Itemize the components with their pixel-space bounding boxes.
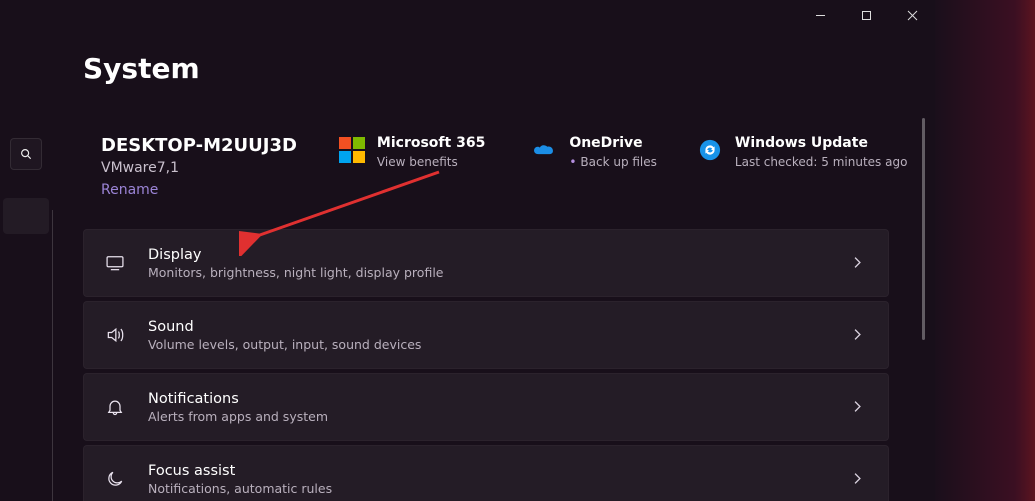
display-icon [104,253,126,273]
chevron-right-icon [851,326,864,345]
close-button[interactable] [889,0,935,30]
sound-icon [104,325,126,345]
card-subtitle: Volume levels, output, input, sound devi… [148,337,829,352]
tile-subtitle: •Back up files [569,155,657,169]
card-title: Sound [148,319,829,335]
card-subtitle: Monitors, brightness, night light, displ… [148,265,829,280]
tile-onedrive[interactable]: OneDrive •Back up files [525,135,663,169]
card-sound[interactable]: Sound Volume levels, output, input, soun… [83,301,889,369]
card-subtitle: Alerts from apps and system [148,409,829,424]
moon-icon [104,469,126,489]
page-title: System [83,52,899,85]
device-info-row: DESKTOP-M2UUJ3D VMware7,1 Rename Microso… [83,135,899,201]
tile-title: Microsoft 365 [377,135,485,151]
tile-subtitle: View benefits [377,155,485,169]
bell-icon [104,397,126,417]
card-subtitle: Notifications, automatic rules [148,481,829,496]
tile-windows-update[interactable]: Windows Update Last checked: 5 minutes a… [691,135,914,169]
close-icon [907,10,918,21]
chevron-right-icon [851,470,864,489]
desktop-background-edge [935,0,1035,501]
tile-title: OneDrive [569,135,657,151]
search-button[interactable] [10,138,42,170]
card-title: Focus assist [148,463,829,479]
search-icon [19,147,33,161]
maximize-icon [861,10,872,21]
card-title: Display [148,247,829,263]
windows-update-icon [697,137,723,163]
card-display[interactable]: Display Monitors, brightness, night ligh… [83,229,889,297]
onedrive-icon [531,137,557,163]
sidebar-strip [0,0,52,501]
main-panel: System DESKTOP-M2UUJ3D VMware7,1 Rename … [53,0,935,501]
device-model: VMware7,1 [101,160,297,176]
chevron-right-icon [851,254,864,273]
window-titlebar [797,0,935,30]
card-title: Notifications [148,391,829,407]
settings-list: Display Monitors, brightness, night ligh… [83,229,899,501]
tile-title: Windows Update [735,135,908,151]
maximize-button[interactable] [843,0,889,30]
sidebar-active-item[interactable] [3,198,49,234]
minimize-icon [815,10,826,21]
minimize-button[interactable] [797,0,843,30]
tile-microsoft-365[interactable]: Microsoft 365 View benefits [333,135,491,169]
card-notifications[interactable]: Notifications Alerts from apps and syste… [83,373,889,441]
device-name: DESKTOP-M2UUJ3D [101,135,297,156]
card-focus-assist[interactable]: Focus assist Notifications, automatic ru… [83,445,889,501]
chevron-right-icon [851,398,864,417]
microsoft-365-icon [339,137,365,163]
rename-link[interactable]: Rename [101,182,297,198]
tile-subtitle: Last checked: 5 minutes ago [735,155,908,169]
scrollbar[interactable] [922,118,925,340]
